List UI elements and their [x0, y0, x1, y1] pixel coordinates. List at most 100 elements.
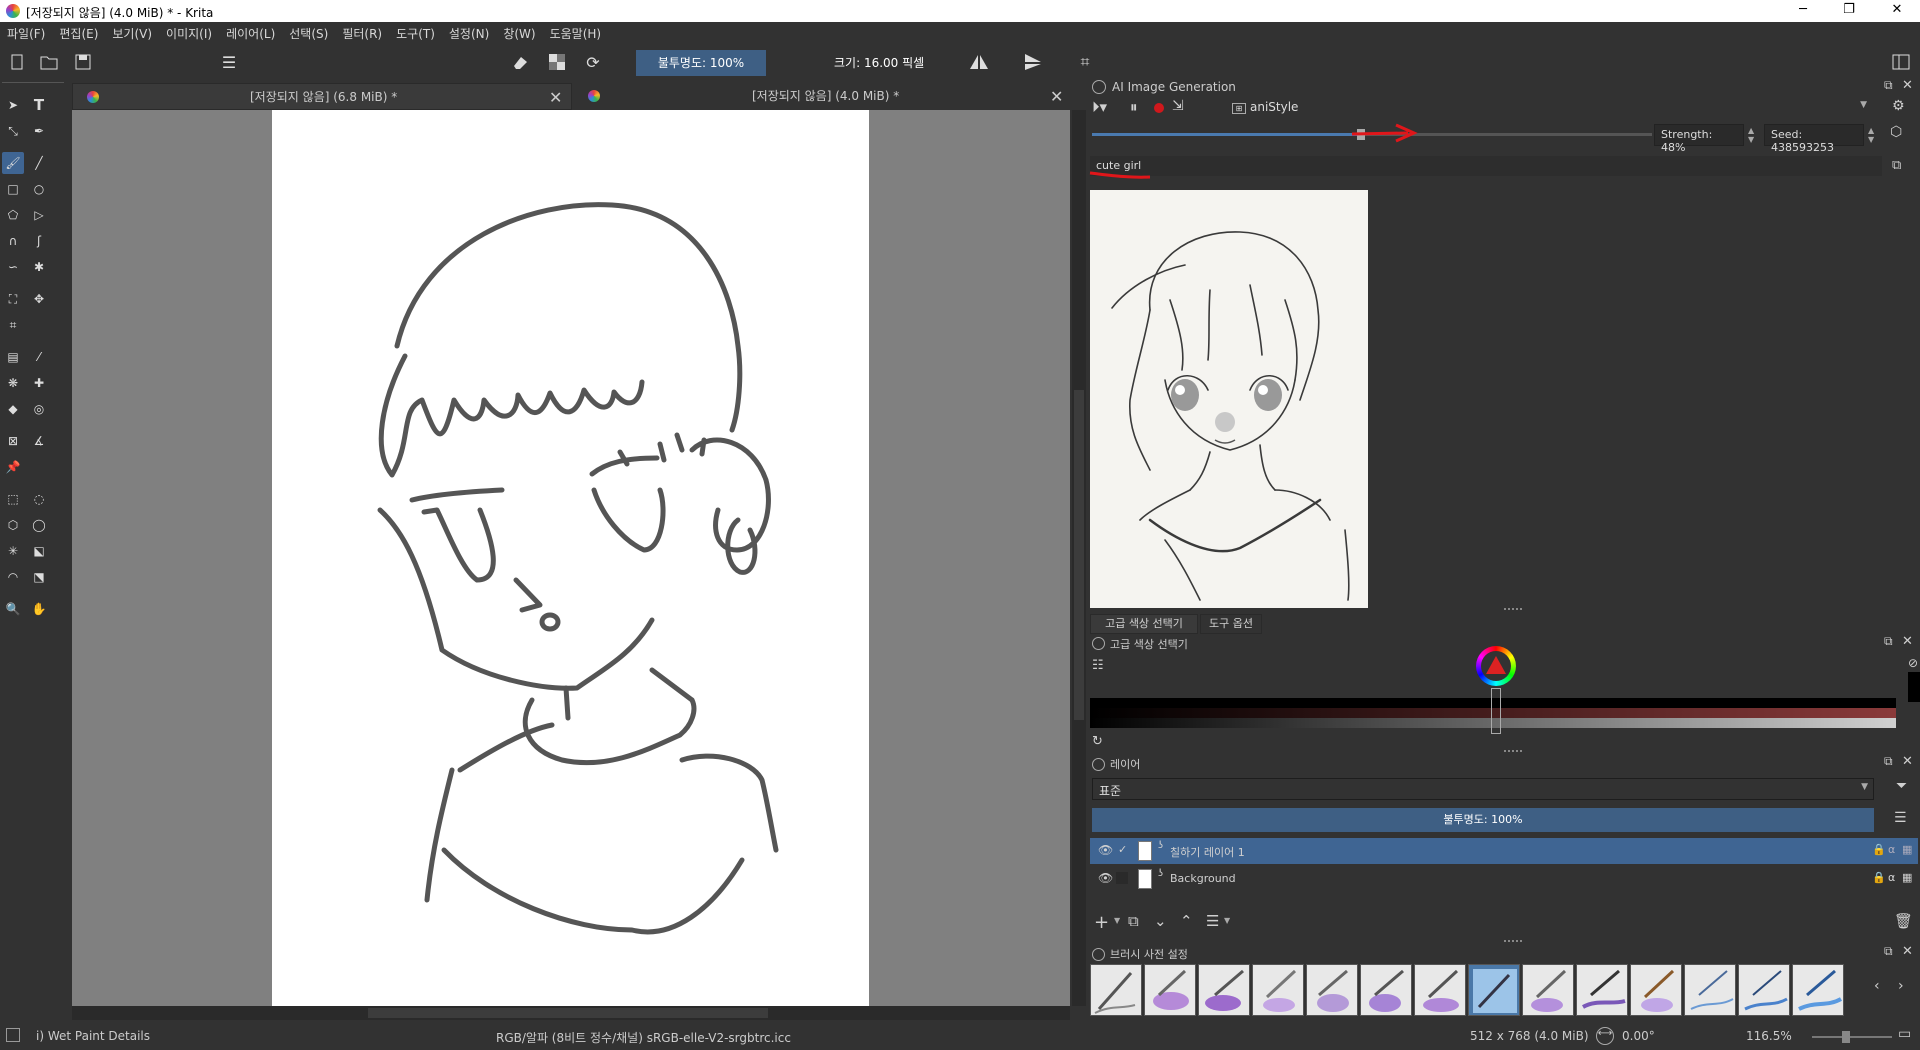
layer-checkbox-icon[interactable] [1116, 872, 1128, 884]
layer-menu-icon[interactable]: ☰ [1894, 810, 1907, 826]
current-brush-name[interactable]: i) Wet Paint Details [36, 1029, 150, 1043]
move-layer-up-icon[interactable]: ⌃ [1180, 912, 1193, 930]
menu-image[interactable]: 이미지(I) [159, 22, 219, 44]
splitter-handle[interactable] [1504, 608, 1522, 610]
seed-field[interactable]: Seed: 438593253 [1764, 124, 1864, 154]
bezier-tool-icon[interactable]: ∩ [2, 230, 24, 252]
measure-tool-icon[interactable]: ∡ [28, 430, 50, 452]
filter-icon[interactable]: ⏷ [1896, 778, 1907, 794]
polygon-tool-icon[interactable]: ⬠ [2, 204, 24, 226]
menu-layer[interactable]: 레이어(L) [219, 22, 282, 44]
gradient-tool-icon[interactable]: ▤ [2, 346, 24, 368]
brush-settings-icon[interactable]: ☰ [216, 49, 242, 75]
new-document-icon[interactable] [4, 49, 30, 75]
close-panel-icon[interactable]: ✕ [1902, 78, 1913, 93]
zoom-slider-handle[interactable] [1842, 1031, 1850, 1043]
layer-opacity-slider[interactable]: 불투명도: 100% [1092, 808, 1874, 832]
mirror-vertical-icon[interactable] [1020, 49, 1046, 75]
layer-row[interactable]: 👁 ✓ ʖ 칠하기 레이어 1 🔒 α ▦ [1090, 838, 1918, 864]
reload-preset-icon[interactable]: ⟳ [580, 49, 606, 75]
layer-properties-icon[interactable]: ☰ [1206, 912, 1219, 930]
brush-preset[interactable] [1198, 964, 1250, 1016]
minimize-button[interactable]: ─ [1786, 2, 1820, 20]
generate-play-icon[interactable]: ⏵▾ [1092, 98, 1118, 118]
color-picker-tool-icon[interactable]: ⁄ [28, 346, 50, 368]
edit-shapes-tool-icon[interactable]: ⤡ [2, 120, 24, 142]
bezier-select-tool-icon[interactable]: ◠ [2, 566, 24, 588]
menu-select[interactable]: 선택(S) [282, 22, 335, 44]
pan-tool-icon[interactable]: ✋ [28, 598, 50, 620]
drawing-canvas[interactable] [272, 110, 869, 1006]
alpha-lock-icon[interactable] [544, 49, 570, 75]
colorize-mask-tool-icon[interactable]: ❋ [2, 372, 24, 394]
brush-preset[interactable] [1738, 964, 1790, 1016]
color-settings-icon[interactable]: ☷ [1092, 658, 1104, 673]
freehand-path-tool-icon[interactable]: ʃ [28, 230, 50, 252]
open-folder-icon[interactable] [36, 49, 62, 75]
eraser-icon[interactable] [508, 49, 534, 75]
strength-field[interactable]: Strength: 48% [1654, 124, 1744, 154]
no-color-icon[interactable]: ⊘ [1908, 656, 1918, 670]
randomize-seed-icon[interactable]: ⬡ [1890, 124, 1902, 140]
menu-filter[interactable]: 필터(R) [335, 22, 389, 44]
add-layer-dropdown-icon[interactable]: ▼ [1114, 916, 1120, 925]
brush-preset[interactable] [1684, 964, 1736, 1016]
close-panel-icon[interactable]: ✕ [1902, 634, 1913, 649]
contiguous-select-tool-icon[interactable]: ✳ [2, 540, 24, 562]
refresh-icon[interactable]: ↻ [1092, 734, 1103, 749]
brush-preset[interactable] [1414, 964, 1466, 1016]
scroll-right-icon[interactable]: › [1898, 978, 1904, 994]
properties-dropdown-icon[interactable]: ▼ [1224, 916, 1230, 925]
inherit-alpha-icon[interactable]: ▦ [1902, 871, 1912, 884]
tab-document-1[interactable]: [저장되지 않음] (6.8 MiB) * ✕ [72, 83, 572, 110]
transform-tool-icon[interactable]: ⛶ [2, 288, 24, 310]
crop-tool-icon[interactable]: ⌗ [2, 314, 24, 336]
brush-preset[interactable] [1792, 964, 1844, 1016]
fill-tool-icon[interactable]: ◆ [2, 398, 24, 420]
ellipse-tool-icon[interactable]: ○ [28, 178, 50, 200]
tab-document-2[interactable]: [저장되지 않음] (4.0 MiB) * ✕ [578, 83, 1070, 110]
move-tool-icon[interactable]: ✥ [28, 288, 50, 310]
menu-window[interactable]: 창(W) [496, 22, 542, 44]
style-select[interactable]: ⊞ aniStyle ▼ [1226, 97, 1872, 119]
prompt-input[interactable]: cute girl [1090, 156, 1882, 176]
similar-select-tool-icon[interactable]: ⬕ [28, 540, 50, 562]
horizontal-scrollbar[interactable] [72, 1006, 1070, 1020]
record-icon[interactable] [1154, 103, 1164, 113]
zoom-value[interactable]: 116.5% [1746, 1029, 1792, 1043]
move-layer-down-icon[interactable]: ⌄ [1154, 912, 1167, 930]
scroll-left-icon[interactable]: ‹ [1874, 978, 1880, 994]
duplicate-layer-icon[interactable]: ⧉ [1128, 912, 1139, 930]
tab-advanced-color-selector[interactable]: 고급 색상 선택기 [1090, 614, 1198, 634]
add-layer-icon[interactable]: + [1094, 912, 1109, 933]
opacity-slider[interactable]: 불투명도: 100% [636, 50, 766, 76]
brush-preset[interactable] [1144, 964, 1196, 1016]
dynamic-brush-tool-icon[interactable]: ∽ [2, 256, 24, 278]
menu-settings[interactable]: 설정(N) [442, 22, 496, 44]
layer-blend-mode-select[interactable]: 표준 ▼ [1092, 778, 1874, 800]
apply-to-canvas-icon[interactable]: ⇲ [1172, 98, 1184, 114]
inherit-alpha-icon[interactable]: ▦ [1902, 843, 1912, 856]
float-panel-icon[interactable]: ⧉ [1884, 754, 1893, 769]
vertical-scroll-thumb[interactable] [1074, 390, 1084, 720]
menu-edit[interactable]: 편집(E) [52, 22, 105, 44]
rotation-value[interactable]: 0.00° [1622, 1029, 1655, 1043]
tab-tool-options[interactable]: 도구 옵션 [1200, 614, 1262, 634]
fit-screen-icon[interactable]: ▭ [1898, 1026, 1911, 1042]
brush-preset-selected[interactable] [1468, 964, 1520, 1016]
settings-gear-icon[interactable]: ⚙ [1892, 98, 1905, 114]
polygon-select-tool-icon[interactable]: ⬡ [2, 514, 24, 536]
panel-lock-icon[interactable] [1092, 948, 1105, 961]
splitter-handle[interactable] [1504, 750, 1522, 752]
panel-lock-icon[interactable] [1092, 637, 1105, 650]
visibility-eye-icon[interactable]: 👁 [1098, 871, 1113, 885]
hue-ring[interactable] [1476, 646, 1516, 686]
enclose-fill-tool-icon[interactable]: ◎ [28, 398, 50, 420]
alpha-icon[interactable]: α [1888, 843, 1895, 856]
size-slider[interactable]: 크기: 16.00 픽셀 [810, 50, 942, 76]
multibrush-tool-icon[interactable]: ✱ [28, 256, 50, 278]
menu-file[interactable]: 파일(F) [0, 22, 52, 44]
pause-icon[interactable]: ⏸ [1130, 98, 1138, 116]
splitter-handle[interactable] [1504, 940, 1522, 942]
brush-preset[interactable] [1360, 964, 1412, 1016]
